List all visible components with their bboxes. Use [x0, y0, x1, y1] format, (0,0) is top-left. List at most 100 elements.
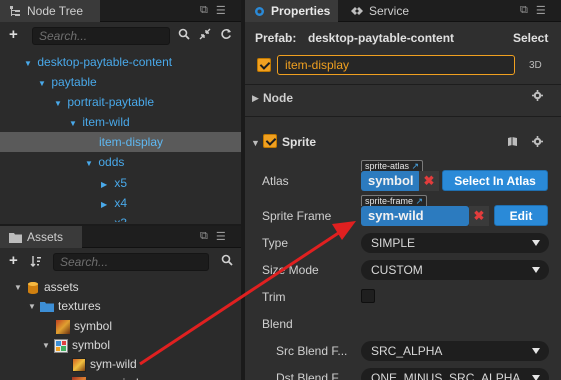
src-blend-label: Src Blend F... [276, 344, 348, 358]
assets-toolbar: + Search... [0, 248, 241, 276]
expand-arrow-icon[interactable]: ▼ [54, 94, 64, 114]
chevron-down-icon [532, 267, 540, 273]
collapsed-arrow-icon[interactable]: ▶ [101, 215, 111, 222]
atlas-icon [54, 338, 68, 353]
asset-label: assets [44, 280, 79, 294]
refresh-icon[interactable] [220, 28, 232, 43]
asset-folder-assets[interactable]: ▼ assets [14, 278, 79, 297]
gear-icon [253, 4, 266, 18]
folder-icon [40, 300, 54, 314]
assets-window-buttons: ⧉ ☰ [200, 230, 226, 243]
help-book-icon[interactable] [507, 136, 518, 150]
menu-icon[interactable]: ☰ [216, 4, 226, 17]
sprite-settings-gear-icon[interactable] [532, 136, 543, 150]
tree-node-portrait-paytable[interactable]: ▼ portrait-paytable [54, 92, 154, 112]
node-active-checkbox[interactable] [257, 58, 271, 72]
clear-atlas-icon[interactable]: ✖ [419, 171, 439, 191]
sprite-thumbnail-icon [72, 357, 86, 372]
service-icon [350, 4, 364, 18]
3d-toggle[interactable]: 3D [529, 60, 542, 71]
tab-service[interactable]: Service [342, 0, 432, 22]
menu-icon[interactable]: ☰ [216, 230, 226, 243]
tree-node-paytable[interactable]: ▼ paytable [38, 72, 97, 92]
tree-node-label: x5 [114, 176, 128, 190]
tree-node-odds[interactable]: ▼ odds [85, 152, 124, 172]
expand-arrow-icon[interactable]: ▼ [14, 278, 26, 297]
divider [245, 84, 561, 85]
assets-search-input[interactable]: Search... [53, 253, 209, 271]
dst-blend-select[interactable]: ONE_MINUS_SRC_ALPHA [361, 368, 549, 380]
asset-sprite-sym-wild[interactable]: sym-wild [72, 355, 137, 374]
maximize-icon[interactable]: ⧉ [520, 4, 528, 17]
src-blend-select[interactable]: SRC_ALPHA [361, 341, 549, 361]
sprite-enabled-checkbox[interactable] [263, 134, 277, 148]
asset-label: sym-pied [90, 374, 139, 380]
sprite-frame-value-field[interactable]: sym-wild [361, 206, 469, 226]
tree-node-desktop-paytable-content[interactable]: ▼ desktop-paytable-content [24, 52, 172, 72]
sort-icon[interactable] [30, 255, 42, 270]
dst-blend-select-value: ONE_MINUS_SRC_ALPHA [371, 371, 521, 380]
src-blend-select-value: SRC_ALPHA [371, 344, 443, 358]
node-section-header[interactable]: Node [263, 91, 293, 105]
tab-label: Assets [27, 230, 64, 244]
open-link-icon[interactable]: ↗ [416, 196, 424, 206]
prefab-select-button[interactable]: Select [513, 31, 548, 45]
trim-checkbox[interactable] [361, 289, 375, 303]
tab-node-tree[interactable]: Node Tree [0, 0, 100, 22]
expand-arrow-icon[interactable]: ▼ [69, 114, 79, 134]
open-link-icon[interactable]: ↗ [412, 161, 420, 171]
select-in-atlas-button[interactable]: Select In Atlas [442, 170, 548, 191]
sprite-frame-type-tag-text: sprite-frame [365, 196, 414, 206]
expand-arrow-icon[interactable]: ▼ [38, 74, 48, 94]
asset-image-symbol[interactable]: symbol [56, 317, 112, 336]
sprite-section-header[interactable]: Sprite [282, 135, 316, 149]
node-settings-gear-icon[interactable] [532, 90, 543, 104]
node-section-collapse-icon[interactable]: ▶ [252, 93, 259, 104]
blend-label: Blend [262, 317, 293, 331]
sprite-section-expand-icon[interactable]: ▼ [251, 138, 260, 148]
search-icon[interactable] [221, 254, 233, 269]
atlas-value-field[interactable]: symbol [361, 171, 421, 191]
tree-node-label: portrait-paytable [67, 95, 155, 109]
collapsed-arrow-icon[interactable]: ▶ [101, 175, 111, 195]
edit-sprite-frame-button[interactable]: Edit [494, 205, 548, 226]
clear-sprite-frame-icon[interactable]: ✖ [469, 206, 489, 226]
tree-node-x5[interactable]: ▶ x5 [101, 173, 127, 193]
chevron-down-icon [532, 375, 540, 380]
search-icon[interactable] [178, 28, 190, 43]
node-name-input[interactable]: item-display [277, 55, 515, 75]
add-asset-icon[interactable]: + [9, 252, 18, 269]
maximize-icon[interactable]: ⧉ [200, 4, 208, 17]
expand-arrow-icon[interactable]: ▼ [42, 336, 54, 355]
type-select-value: SIMPLE [371, 236, 416, 250]
atlas-type-tag-text: sprite-atlas [365, 161, 410, 171]
node-tree-window-buttons: ⧉ ☰ [200, 4, 226, 17]
tree-node-x4[interactable]: ▶ x4 [101, 193, 127, 213]
asset-label: textures [58, 299, 101, 313]
collapse-icon[interactable] [199, 28, 211, 43]
asset-sprite-sym-pied[interactable]: sym-pied [72, 374, 139, 380]
tab-label: Node Tree [27, 4, 84, 18]
tab-properties[interactable]: Properties [245, 0, 338, 22]
database-icon [26, 281, 40, 295]
tree-node-item-display[interactable]: item-display [0, 132, 241, 152]
tab-label: Properties [271, 4, 331, 18]
asset-atlas-symbol[interactable]: ▼ symbol [42, 336, 110, 355]
expand-arrow-icon[interactable]: ▼ [28, 297, 40, 316]
asset-folder-textures[interactable]: ▼ textures [28, 297, 101, 316]
tree-node-item-wild[interactable]: ▼ item-wild [69, 112, 130, 132]
properties-window-buttons: ⧉ ☰ [520, 4, 546, 17]
tree-node-x3[interactable]: ▶ x3 [101, 213, 127, 222]
expand-arrow-icon[interactable]: ▼ [85, 154, 95, 174]
collapsed-arrow-icon[interactable]: ▶ [101, 195, 111, 215]
size-mode-select[interactable]: CUSTOM [361, 260, 549, 280]
tab-assets[interactable]: Assets [0, 226, 82, 248]
chevron-down-icon [532, 240, 540, 246]
node-tree-search-input[interactable]: Search... [32, 27, 170, 45]
menu-icon[interactable]: ☰ [536, 4, 546, 17]
expand-arrow-icon[interactable]: ▼ [24, 54, 34, 74]
node-tree-toolbar: + Search... [0, 22, 241, 50]
maximize-icon[interactable]: ⧉ [200, 230, 208, 243]
add-node-icon[interactable]: + [9, 26, 18, 43]
type-select[interactable]: SIMPLE [361, 233, 549, 253]
